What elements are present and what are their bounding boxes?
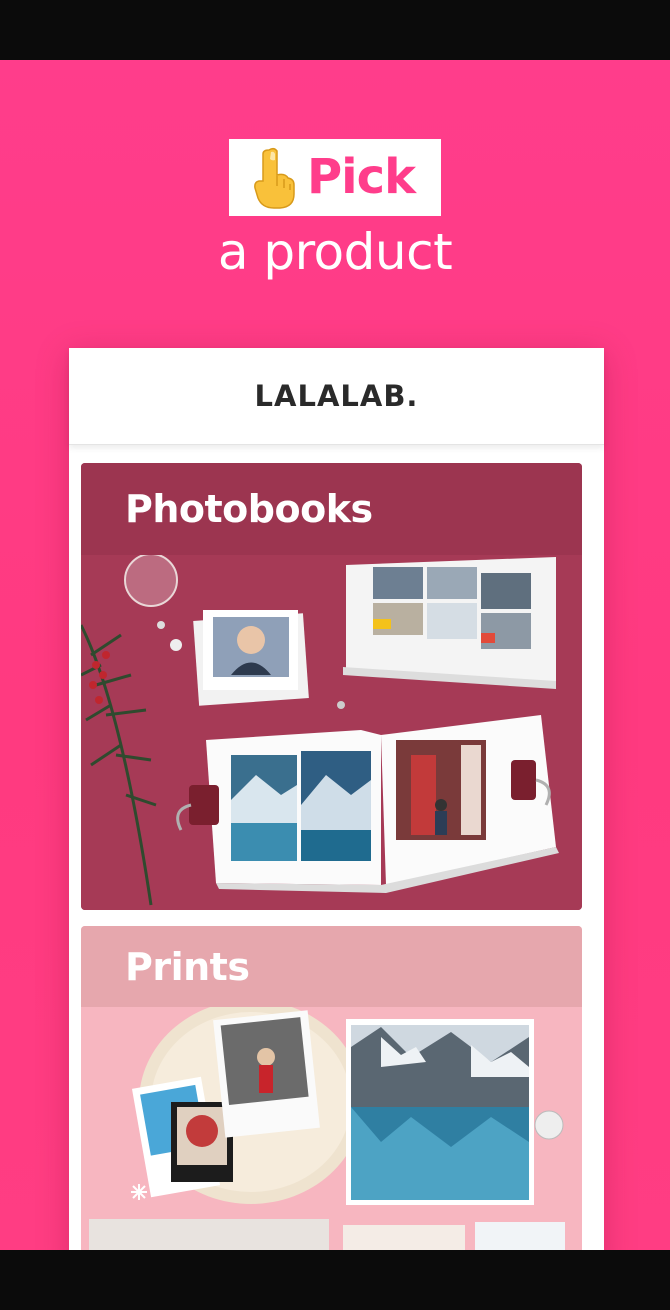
index-pointing-up-icon	[254, 147, 295, 209]
product-tile-photobooks[interactable]: Photobooks	[81, 463, 582, 910]
headline: Pick a product	[0, 139, 670, 284]
pick-label: Pick	[306, 149, 416, 205]
product-title: Prints	[81, 926, 582, 1007]
subtitle: a product	[217, 223, 453, 281]
brand-logo: LALALAB.	[254, 379, 419, 413]
pick-banner: Pick	[228, 139, 441, 216]
photobooks-image	[81, 555, 582, 910]
status-bar	[0, 0, 670, 60]
product-tile-prints[interactable]: Prints	[81, 926, 582, 1250]
prints-image	[81, 1007, 582, 1250]
app-screen: Pick a product LALALAB. Photobooks Print…	[0, 60, 670, 1250]
product-title: Photobooks	[81, 463, 582, 555]
app-header: LALALAB.	[69, 348, 604, 445]
navigation-bar	[0, 1250, 670, 1310]
phone-preview-card: LALALAB. Photobooks Prints	[69, 348, 604, 1250]
